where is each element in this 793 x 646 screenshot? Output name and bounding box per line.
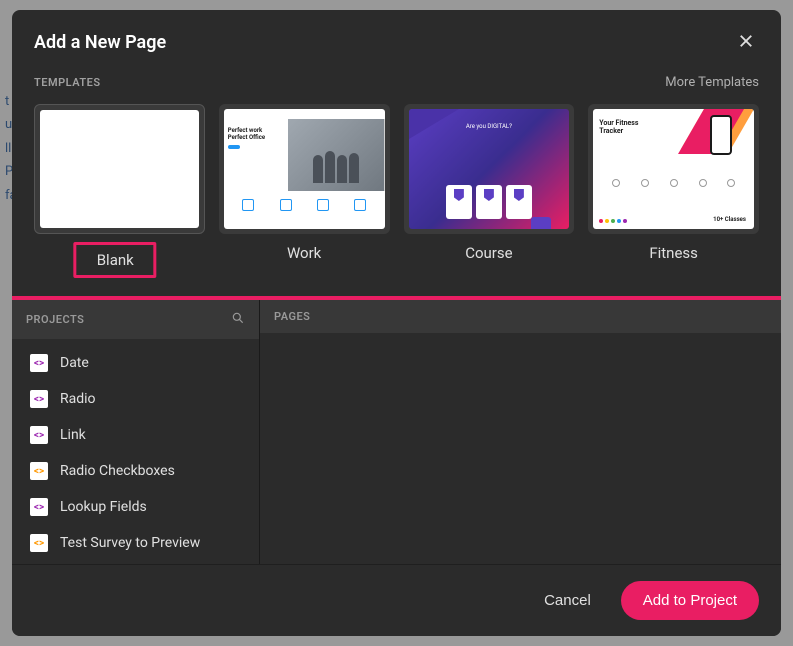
more-templates-link[interactable]: More Templates: [665, 75, 759, 90]
projects-panel: PROJECTS <> Date <> Radio <>: [12, 300, 259, 564]
projects-label: PROJECTS: [26, 313, 84, 326]
project-icon: <>: [30, 354, 48, 372]
project-item-label: Test Survey to Preview: [60, 535, 200, 551]
search-icon[interactable]: [231, 310, 245, 329]
pages-panel: PAGES: [259, 300, 781, 564]
template-fitness-label: Fitness: [588, 244, 759, 262]
template-course[interactable]: Are you DIGITAL? Course: [404, 104, 575, 278]
project-item[interactable]: <> Radio Checkboxes: [12, 453, 259, 489]
template-fitness[interactable]: Your Fitness Tracker: [588, 104, 759, 278]
project-item-label: Link: [60, 427, 86, 443]
close-icon: [737, 32, 755, 53]
project-item[interactable]: <> Link: [12, 417, 259, 453]
project-item-label: Date: [60, 355, 89, 371]
add-page-modal: Add a New Page TEMPLATES More Templates …: [12, 10, 781, 636]
project-item-label: Radio Checkboxes: [60, 463, 175, 479]
project-item[interactable]: <> Radio: [12, 381, 259, 417]
project-item[interactable]: <> Test Survey to Preview: [12, 525, 259, 561]
project-icon: <>: [30, 462, 48, 480]
add-to-project-button[interactable]: Add to Project: [621, 581, 759, 620]
template-course-thumb: Are you DIGITAL?: [404, 104, 575, 234]
modal-header: Add a New Page: [12, 10, 781, 67]
cancel-button[interactable]: Cancel: [526, 582, 609, 619]
template-fitness-thumb: Your Fitness Tracker: [588, 104, 759, 234]
template-blank-label: Blank: [74, 242, 157, 278]
pages-header: PAGES: [260, 300, 781, 333]
templates-grid: Blank Perfect work Perfect Office: [34, 104, 759, 278]
project-item[interactable]: <> Date: [12, 345, 259, 381]
template-work-label: Work: [219, 244, 390, 262]
modal-title: Add a New Page: [34, 32, 166, 53]
project-icon: <>: [30, 498, 48, 516]
template-work-thumb: Perfect work Perfect Office: [219, 104, 390, 234]
templates-header: TEMPLATES More Templates: [34, 75, 759, 90]
template-course-label: Course: [404, 244, 575, 262]
project-icon: <>: [30, 534, 48, 552]
project-item-label: Radio: [60, 391, 96, 407]
template-work[interactable]: Perfect work Perfect Office: [219, 104, 390, 278]
pages-label: PAGES: [274, 310, 310, 323]
projects-header: PROJECTS: [12, 300, 259, 339]
templates-section: TEMPLATES More Templates Blank Perfect w…: [12, 67, 781, 300]
template-blank-thumb: [34, 104, 205, 234]
modal-footer: Cancel Add to Project: [12, 564, 781, 636]
project-icon: <>: [30, 390, 48, 408]
close-button[interactable]: [733, 28, 759, 57]
template-blank[interactable]: Blank: [34, 104, 205, 278]
projects-list: <> Date <> Radio <> Link <> Radio Checkb…: [12, 339, 259, 564]
project-item-label: Lookup Fields: [60, 499, 147, 515]
project-item[interactable]: <> Lookup Fields: [12, 489, 259, 525]
project-icon: <>: [30, 426, 48, 444]
templates-label: TEMPLATES: [34, 76, 101, 89]
lower-panels: PROJECTS <> Date <> Radio <>: [12, 300, 781, 564]
